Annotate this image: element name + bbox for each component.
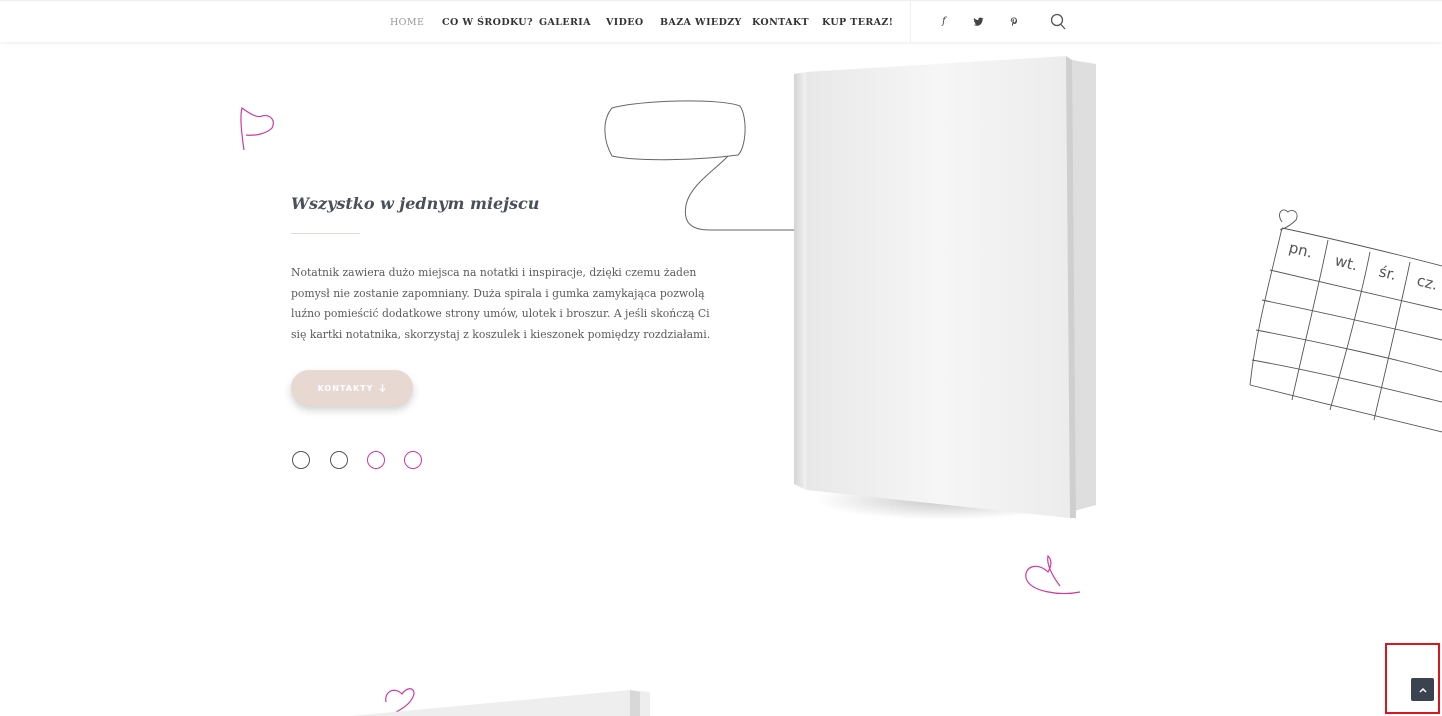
scroll-to-top-button[interactable] <box>1411 678 1434 701</box>
heart-doodle-top <box>240 106 274 151</box>
calendar-day-sr: śr. <box>1377 262 1398 284</box>
book-image-lower <box>350 690 650 716</box>
chevron-up-icon <box>1418 687 1427 693</box>
hero-heading: Wszystko w jednym miejscu <box>291 194 540 213</box>
calendar-sketch <box>1249 209 1442 433</box>
calendar-day-cz: cz. <box>1415 271 1440 294</box>
book-image <box>794 56 1096 518</box>
arrow-down-icon <box>379 383 386 392</box>
kontakty-button[interactable]: KONTAKTY <box>291 370 413 406</box>
calendar-day-wt: wt. <box>1333 251 1360 274</box>
heading-divider <box>291 233 360 234</box>
slider-dot-4[interactable] <box>404 451 422 469</box>
heart-doodle-bottom <box>1025 554 1081 595</box>
hero-description: Notatnik zawiera dużo miejsca na notatki… <box>291 266 711 341</box>
speech-bubble-doodle <box>604 100 746 161</box>
slider-dot-1[interactable] <box>292 451 310 469</box>
slider-dot-2[interactable] <box>330 451 348 469</box>
decorative-sketches: pn. wt. śr. cz. <box>240 100 1442 713</box>
connector-line-doodle <box>684 155 795 231</box>
slider-dot-3[interactable] <box>367 451 385 469</box>
kontakty-button-label: KONTAKTY <box>317 383 374 393</box>
calendar-day-pn: pn. <box>1287 238 1314 261</box>
